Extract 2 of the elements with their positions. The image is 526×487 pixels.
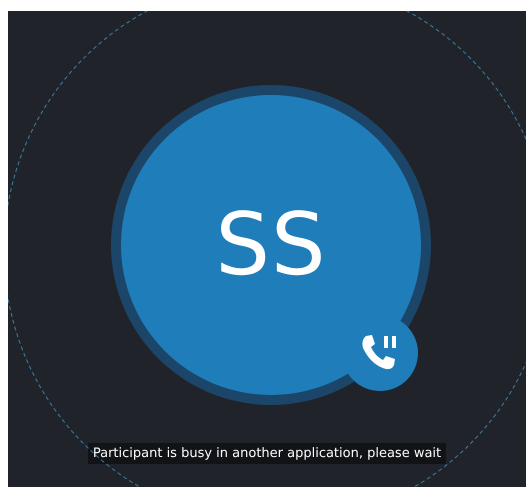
avatar-initials: SS (215, 195, 327, 295)
status-message: Participant is busy in another application, please wait (88, 443, 446, 464)
